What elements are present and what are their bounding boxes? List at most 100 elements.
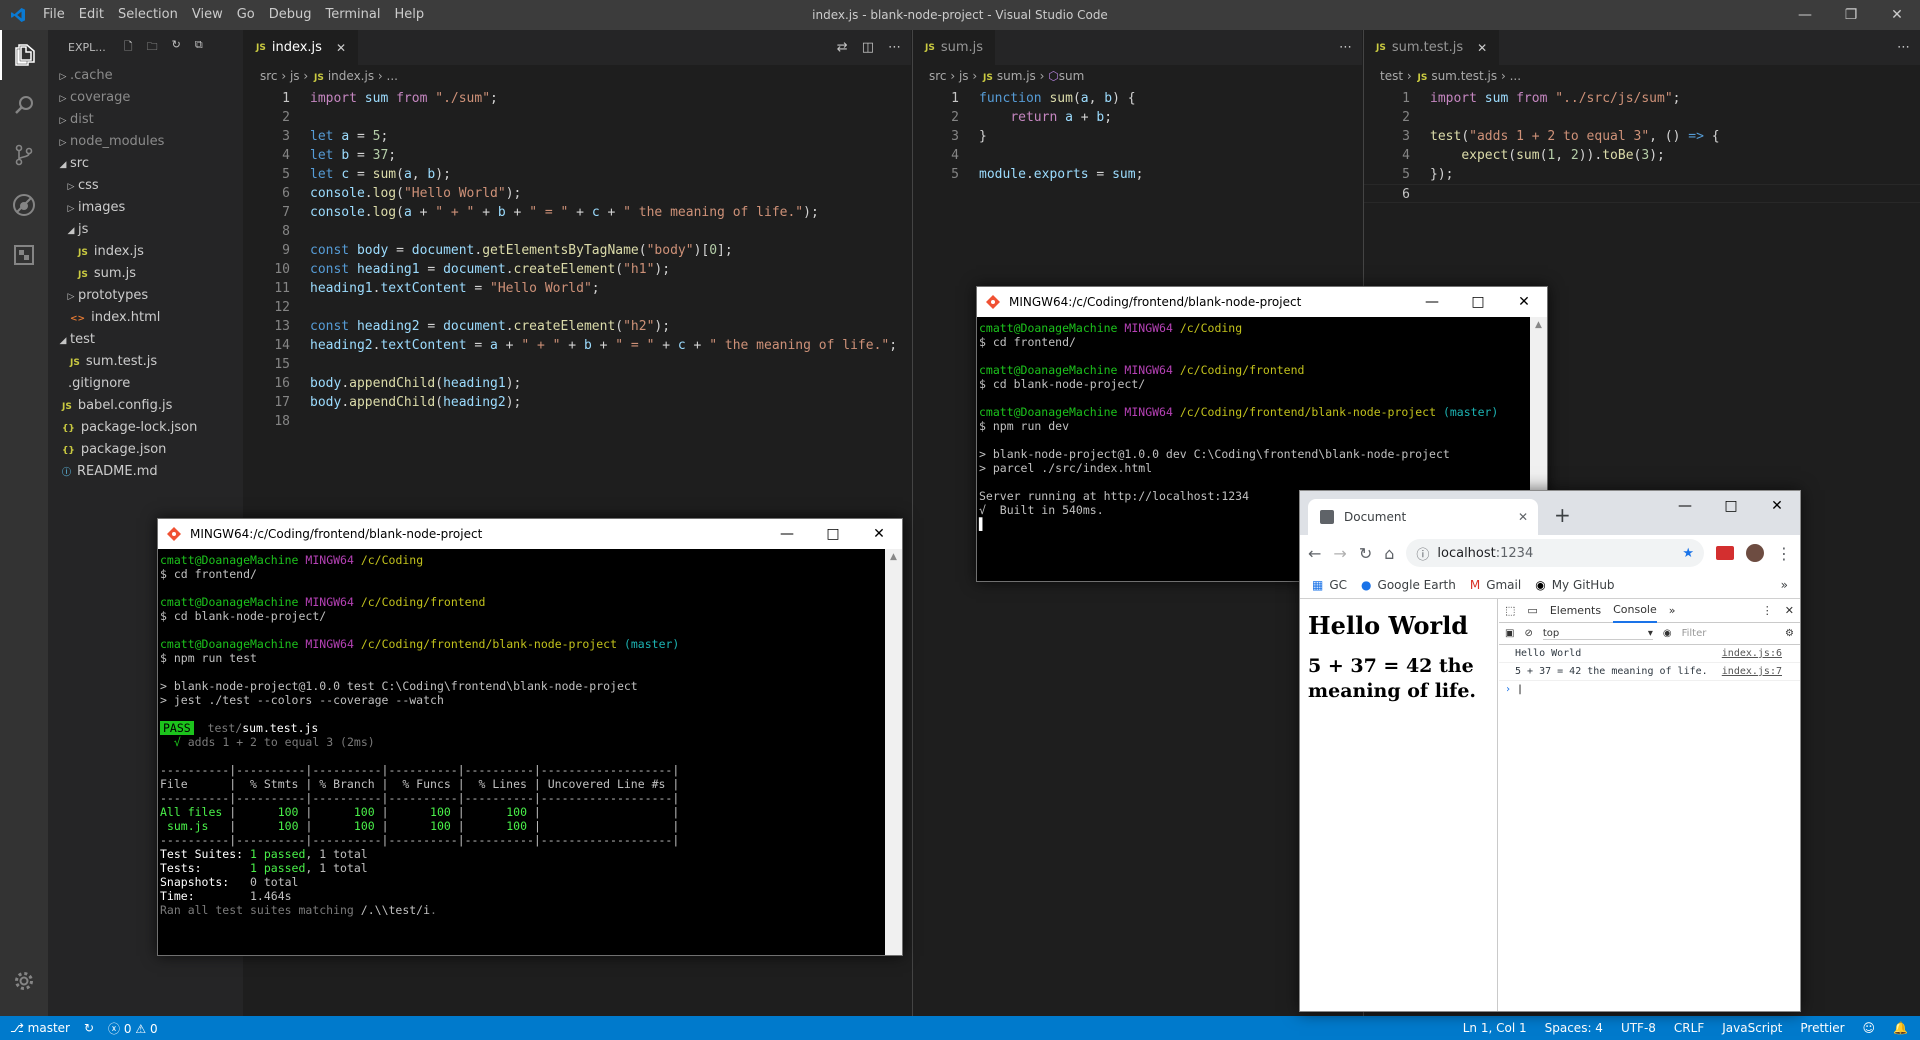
context-select[interactable]: top ▾	[1542, 628, 1653, 640]
formatter[interactable]: Prettier	[1800, 1021, 1844, 1035]
tree-item[interactable]: JS sum.test.js	[48, 351, 243, 373]
minimize-icon[interactable]: —	[1782, 0, 1828, 30]
terminal-output[interactable]: cmatt@DoanageMachine MINGW64 /c/Coding $…	[158, 549, 902, 921]
breadcrumb-item[interactable]: js	[290, 69, 300, 83]
breadcrumb-item[interactable]: sum	[1059, 69, 1085, 83]
menu-debug[interactable]: Debug	[262, 0, 319, 30]
code-editor[interactable]: 1 import sum from "../src/js/sum"; 2 3 tes…	[1364, 87, 1920, 203]
close-icon[interactable]: ✕	[1874, 0, 1920, 30]
close-tab-icon[interactable]: ✕	[336, 41, 346, 55]
explorer-icon[interactable]	[0, 30, 48, 80]
devtools-close-icon[interactable]: ✕	[1785, 604, 1800, 617]
scroll-up-icon[interactable]: ▲	[885, 549, 902, 566]
tree-item[interactable]: JS index.js	[48, 241, 243, 263]
menu-help[interactable]: Help	[387, 0, 431, 30]
tab-console[interactable]: Console	[1613, 599, 1657, 623]
more-actions-icon[interactable]: ⋯	[1897, 40, 1910, 55]
address-bar[interactable]: ⓘ localhost:1234 ★	[1406, 539, 1704, 567]
tab-sum-js[interactable]: JS sum.js	[913, 30, 996, 65]
home-icon[interactable]: ⌂	[1384, 544, 1394, 563]
new-tab-icon[interactable]: +	[1554, 503, 1571, 527]
bookmark-google-earth[interactable]: ● Google Earth	[1361, 578, 1456, 592]
console-settings-icon[interactable]: ⚙	[1785, 628, 1800, 639]
branch-indicator[interactable]: ⎇ master	[10, 1021, 70, 1035]
maximize-icon[interactable]: □	[1708, 491, 1754, 521]
source-control-icon[interactable]	[0, 130, 48, 180]
menu-file[interactable]: File	[36, 0, 72, 30]
refresh-icon[interactable]: ↻	[172, 38, 181, 57]
close-icon[interactable]: ✕	[1754, 491, 1800, 521]
search-icon[interactable]	[0, 80, 48, 130]
bookmark-star-icon[interactable]: ★	[1682, 546, 1694, 561]
tree-item[interactable]: {} package.json	[48, 439, 243, 461]
restore-icon[interactable]: ❐	[1828, 0, 1874, 30]
maximize-icon[interactable]: □	[810, 519, 856, 549]
info-icon[interactable]: ⓘ	[1416, 544, 1429, 563]
sync-icon[interactable]: ↻	[84, 1021, 94, 1035]
scroll-up-icon[interactable]: ▲	[1530, 317, 1547, 334]
tree-item[interactable]: {} package-lock.json	[48, 417, 243, 439]
bookmark-github[interactable]: ◉ My GitHub	[1535, 578, 1614, 592]
eye-icon[interactable]: ◉	[1663, 628, 1672, 639]
minimize-icon[interactable]: —	[1662, 491, 1708, 521]
browser-tab[interactable]: Document ✕	[1308, 499, 1538, 535]
close-tab-icon[interactable]: ✕	[1518, 510, 1528, 524]
language-mode[interactable]: JavaScript	[1722, 1021, 1782, 1035]
tree-item[interactable]: ▷ node_modules	[48, 131, 243, 153]
clear-console-icon[interactable]: ⊘	[1524, 628, 1532, 639]
settings-gear-icon[interactable]	[0, 956, 48, 1006]
devtools-menu-icon[interactable]: ⋮	[1762, 604, 1773, 617]
menu-kebab-icon[interactable]: ⋮	[1776, 544, 1792, 563]
code-editor[interactable]: 1 function sum(a, b) { 2 return a + b; 3}…	[913, 87, 1362, 184]
tree-item[interactable]: ◢ js	[48, 219, 243, 241]
feedback-icon[interactable]: ☺	[1863, 1021, 1876, 1035]
menu-selection[interactable]: Selection	[111, 0, 185, 30]
menu-go[interactable]: Go	[230, 0, 262, 30]
tree-item[interactable]: ◢ src	[48, 153, 243, 175]
tree-item[interactable]: ▷ .cache	[48, 65, 243, 87]
breadcrumb-item[interactable]: index.js	[328, 69, 374, 83]
breadcrumb-item[interactable]: sum.js	[997, 69, 1036, 83]
cursor-position[interactable]: Ln 1, Col 1	[1463, 1021, 1527, 1035]
breadcrumb-item[interactable]: src	[260, 69, 278, 83]
tree-item[interactable]: ⓘ README.md	[48, 461, 243, 483]
indentation[interactable]: Spaces: 4	[1545, 1021, 1603, 1035]
tree-item[interactable]: ▷ coverage	[48, 87, 243, 109]
encoding[interactable]: UTF-8	[1621, 1021, 1656, 1035]
line-ending[interactable]: CRLF	[1674, 1021, 1704, 1035]
tab-sum-test-js[interactable]: JS sum.test.js ✕	[1364, 30, 1500, 65]
tree-item[interactable]: JS sum.js	[48, 263, 243, 285]
close-tab-icon[interactable]: ✕	[1477, 41, 1487, 55]
inspect-icon[interactable]: ⬚	[1505, 604, 1515, 617]
console-source-link[interactable]: index.js:6	[1722, 645, 1800, 662]
more-bookmarks-icon[interactable]: »	[1781, 578, 1788, 592]
tab-elements[interactable]: Elements	[1550, 604, 1601, 617]
bookmark-gc[interactable]: ▦ GC	[1312, 578, 1347, 592]
tree-item[interactable]: <> index.html	[48, 307, 243, 329]
tree-item[interactable]: ▷ css	[48, 175, 243, 197]
device-toggle-icon[interactable]: ▭	[1527, 604, 1537, 617]
extension-icon[interactable]	[1716, 546, 1734, 560]
new-folder-icon[interactable]: 🗀	[147, 38, 158, 57]
new-file-icon[interactable]: 🗋	[124, 38, 133, 57]
close-icon[interactable]: ✕	[1501, 287, 1547, 317]
menu-terminal[interactable]: Terminal	[319, 0, 388, 30]
filter-input[interactable]: Filter	[1682, 628, 1707, 639]
problems-indicator[interactable]: ⓧ 0 ⚠ 0	[108, 1020, 158, 1037]
breadcrumb-item[interactable]: js	[959, 69, 969, 83]
tab-index-js[interactable]: JS index.js ✕	[244, 30, 358, 65]
forward-icon[interactable]: →	[1333, 544, 1346, 563]
menu-view[interactable]: View	[185, 0, 230, 30]
menu-edit[interactable]: Edit	[72, 0, 111, 30]
code-editor[interactable]: 1 import sum from "./sum"; 2 3 let a = 5; …	[244, 87, 911, 431]
tree-item[interactable]: ◢ test	[48, 329, 243, 351]
tree-item[interactable]: ▷ images	[48, 197, 243, 219]
back-icon[interactable]: ←	[1308, 544, 1321, 563]
maximize-icon[interactable]: □	[1455, 287, 1501, 317]
bookmark-gmail[interactable]: M Gmail	[1470, 578, 1521, 592]
notifications-icon[interactable]: 🔔	[1893, 1021, 1908, 1035]
tree-item[interactable]: ▷ dist	[48, 109, 243, 131]
tree-item[interactable]: .gitignore	[48, 373, 243, 395]
tree-item[interactable]: ▷ prototypes	[48, 285, 243, 307]
minimize-icon[interactable]: —	[1409, 287, 1455, 317]
